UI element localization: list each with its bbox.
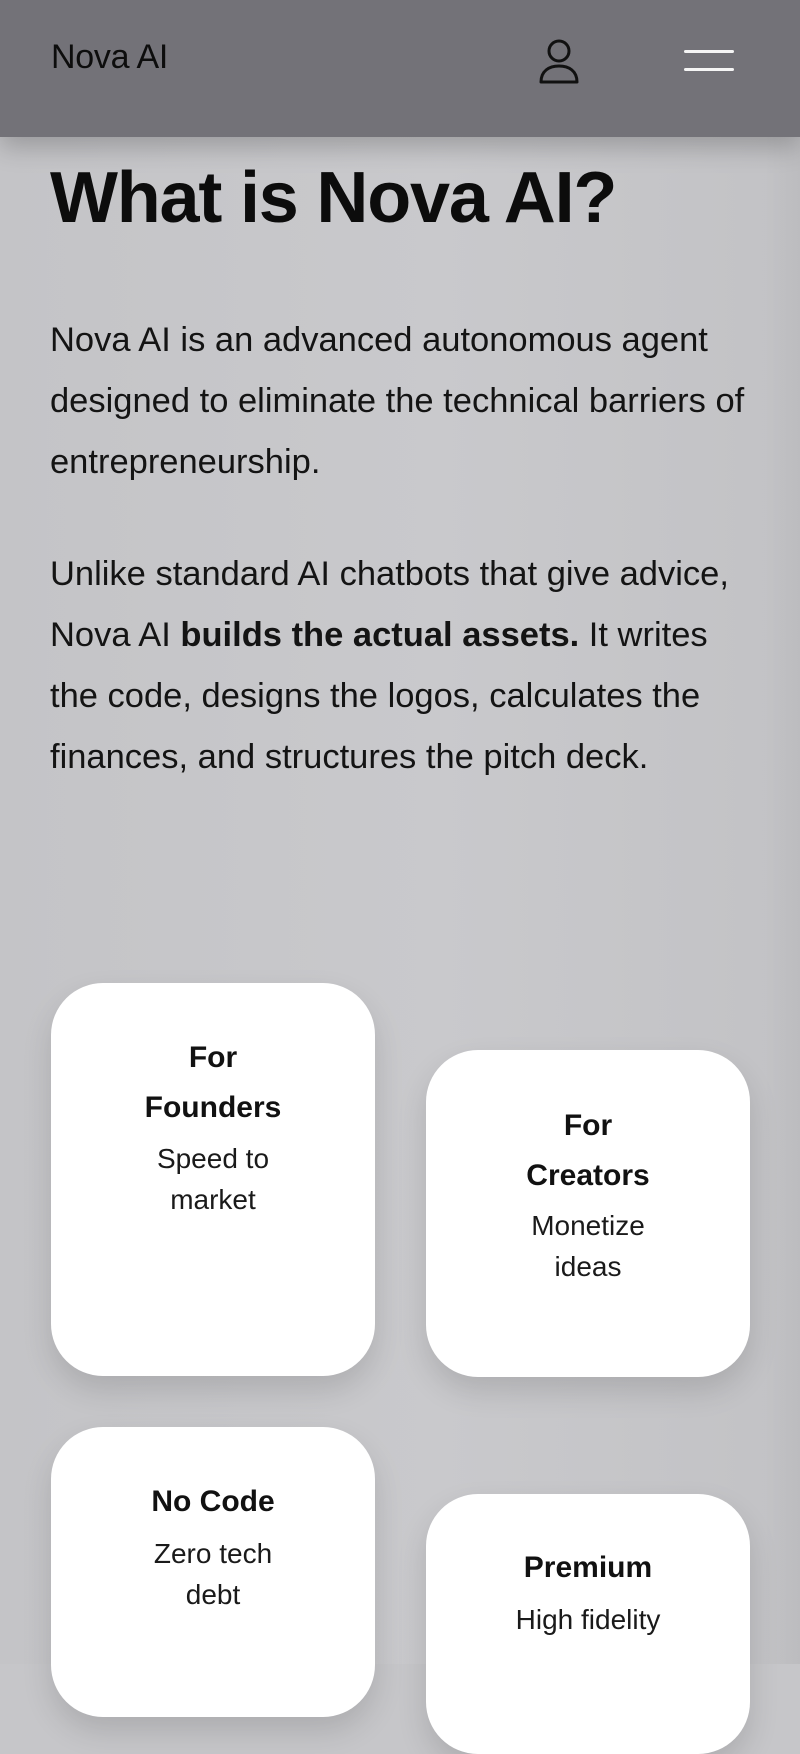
- card-heading: No Code: [51, 1477, 375, 1527]
- card-heading-line: Founders: [144, 1091, 282, 1124]
- card-subtitle: Speed to market: [51, 1138, 375, 1220]
- card-subtitle-line: Zero tech: [153, 1538, 273, 1569]
- card-subtitle-line: ideas: [554, 1251, 622, 1282]
- intro-paragraph: Nova AI is an advanced autonomous agent …: [50, 321, 745, 481]
- page-background: [0, 0, 800, 1664]
- card-subtitle: Zero tech debt: [51, 1533, 375, 1615]
- card-subtitle-line: High fidelity: [515, 1604, 661, 1635]
- scroll-edge-shade: [764, 0, 800, 1664]
- card-heading: For Founders: [51, 1033, 375, 1133]
- card-heading: Premium: [426, 1543, 750, 1593]
- card-heading-line: For: [563, 1109, 613, 1142]
- card-heading-line: Creators: [526, 1159, 650, 1192]
- user-icon: [539, 39, 579, 84]
- card-subtitle: High fidelity: [426, 1599, 750, 1640]
- card-subtitle-line: Speed to: [156, 1143, 270, 1174]
- description-text-bold: builds the actual assets.: [180, 616, 580, 654]
- card-heading: For Creators: [426, 1101, 750, 1201]
- feature-card-no-code[interactable]: No Code Zero tech debt: [51, 1427, 375, 1717]
- card-subtitle-line: Monetize: [531, 1210, 645, 1241]
- top-nav-bar: Nova AI: [0, 0, 800, 137]
- description-paragraph: Unlike standard AI chatbots that give ad…: [50, 544, 750, 788]
- feature-card-premium[interactable]: Premium High fidelity: [426, 1494, 750, 1754]
- card-heading-line: No Code: [151, 1485, 275, 1518]
- account-button[interactable]: [538, 38, 580, 86]
- card-subtitle-line: market: [170, 1184, 256, 1215]
- page-title: What is Nova AI?: [50, 158, 617, 238]
- card-subtitle-line: debt: [185, 1579, 241, 1610]
- card-heading-line: For: [188, 1041, 238, 1074]
- feature-card-founders[interactable]: For Founders Speed to market: [51, 983, 375, 1376]
- brand-logo-text[interactable]: Nova AI: [51, 38, 168, 77]
- feature-card-creators[interactable]: For Creators Monetize ideas: [426, 1050, 750, 1377]
- menu-button[interactable]: [680, 44, 736, 78]
- card-subtitle: Monetize ideas: [426, 1205, 750, 1287]
- card-heading-line: Premium: [523, 1551, 653, 1584]
